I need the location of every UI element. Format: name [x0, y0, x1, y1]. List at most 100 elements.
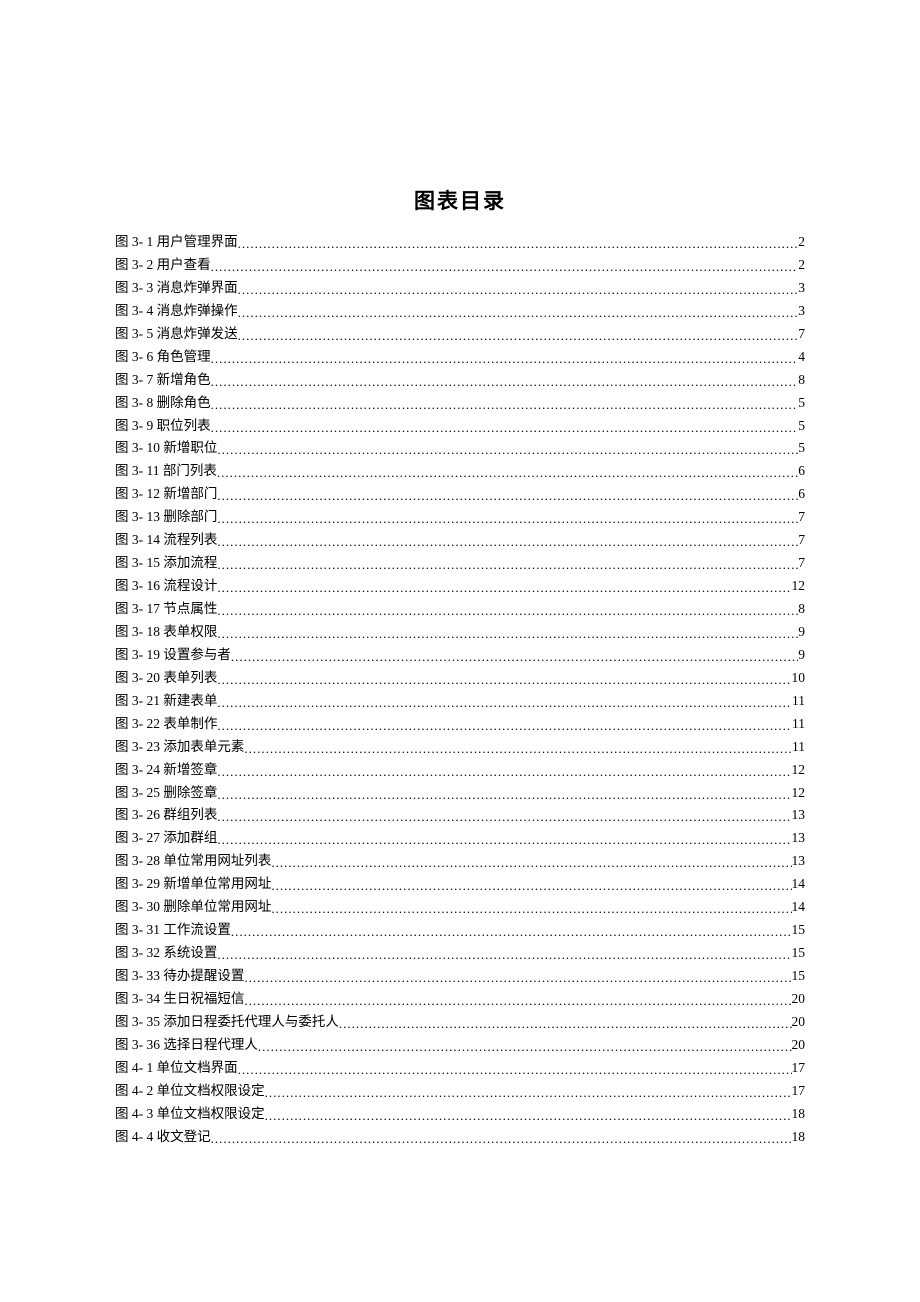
- toc-leader-dots: [271, 898, 791, 920]
- toc-entry-label: 图 3- 20 表单列表: [115, 667, 217, 690]
- toc-entry-label: 图 3- 34 生日祝福短信: [115, 988, 244, 1011]
- document-page: 图表目录 图 3- 1 用户管理界面2图 3- 2 用户查看2图 3- 3 消息…: [0, 0, 920, 1302]
- toc-entry[interactable]: 图 3- 22 表单制作11: [115, 713, 805, 736]
- toc-entry[interactable]: 图 3- 6 角色管理 4: [115, 346, 805, 369]
- toc-entry-page: 8: [798, 369, 805, 392]
- toc-entry-label: 图 3- 3 消息炸弹界面: [115, 277, 238, 300]
- toc-entry-label: 图 4- 4 收文登记: [115, 1126, 211, 1149]
- toc-entry[interactable]: 图 3- 35 添加日程委托代理人与委托人20: [115, 1011, 805, 1034]
- toc-entry[interactable]: 图 3- 5 消息炸弹发送 7: [115, 323, 805, 346]
- toc-entry-page: 13: [792, 850, 806, 873]
- toc-entry[interactable]: 图 3- 3 消息炸弹界面3: [115, 277, 805, 300]
- toc-entry[interactable]: 图 3- 8 删除角色5: [115, 392, 805, 415]
- toc-leader-dots: [271, 875, 791, 897]
- toc-entry[interactable]: 图 3- 32 系统设置15: [115, 942, 805, 965]
- toc-entry[interactable]: 图 3- 15 添加流程 7: [115, 552, 805, 575]
- toc-entry[interactable]: 图 4- 4 收文登记 18: [115, 1126, 805, 1149]
- toc-entry-label: 图 3- 6 角色管理: [115, 346, 211, 369]
- toc-entry[interactable]: 图 3- 10 新增职位5: [115, 437, 805, 460]
- toc-leader-dots: [258, 1036, 792, 1058]
- toc-entry-label: 图 4- 2 单位文档权限设定: [115, 1080, 265, 1103]
- toc-entry[interactable]: 图 3- 7 新增角色 8: [115, 369, 805, 392]
- toc-entry-page: 10: [792, 667, 806, 690]
- toc-entry-page: 14: [792, 896, 806, 919]
- toc-entry[interactable]: 图 3- 4 消息炸弹操作3: [115, 300, 805, 323]
- toc-leader-dots: [238, 1059, 792, 1081]
- toc-entry-page: 5: [798, 415, 805, 438]
- toc-entry-label: 图 3- 30 删除单位常用网址: [115, 896, 271, 919]
- toc-entry-page: 7: [798, 552, 805, 575]
- toc-entry[interactable]: 图 3- 18 表单权限9: [115, 621, 805, 644]
- toc-entry-page: 15: [792, 919, 806, 942]
- toc-leader-dots: [211, 394, 799, 416]
- toc-entry-page: 13: [792, 827, 806, 850]
- toc-entry[interactable]: 图 3- 24 新增签章 12: [115, 759, 805, 782]
- toc-entry[interactable]: 图 3- 25 删除签章 12: [115, 782, 805, 805]
- toc-leader-dots: [271, 852, 791, 874]
- toc-entry-page: 2: [798, 254, 805, 277]
- toc-entry[interactable]: 图 3- 11 部门列表6: [115, 460, 805, 483]
- toc-entry[interactable]: 图 4- 2 单位文档权限设定 17: [115, 1080, 805, 1103]
- toc-leader-dots: [238, 325, 799, 347]
- toc-entry[interactable]: 图 3- 1 用户管理界面2: [115, 231, 805, 254]
- toc-entry-page: 7: [798, 323, 805, 346]
- toc-leader-dots: [217, 806, 791, 828]
- toc-entry-label: 图 3- 5 消息炸弹发送: [115, 323, 238, 346]
- toc-entry-label: 图 3- 24 新增签章: [115, 759, 217, 782]
- toc-leader-dots: [238, 302, 799, 324]
- toc-leader-dots: [217, 577, 791, 599]
- toc-leader-dots: [244, 738, 792, 760]
- toc-entry[interactable]: 图 3- 36 选择日程代理人20: [115, 1034, 805, 1057]
- toc-entry-label: 图 3- 28 单位常用网址列表: [115, 850, 271, 873]
- toc-entry-label: 图 3- 1 用户管理界面: [115, 231, 238, 254]
- toc-entry-label: 图 3- 15 添加流程: [115, 552, 217, 575]
- toc-leader-dots: [211, 256, 799, 278]
- toc-entry[interactable]: 图 3- 16 流程设计12: [115, 575, 805, 598]
- toc-entry-label: 图 3- 19 设置参与者: [115, 644, 231, 667]
- toc-entry[interactable]: 图 3- 14 流程列表7: [115, 529, 805, 552]
- toc-leader-dots: [211, 371, 799, 393]
- toc-entry-page: 18: [792, 1103, 806, 1126]
- toc-entry-label: 图 3- 27 添加群组: [115, 827, 217, 850]
- toc-entry[interactable]: 图 3- 34 生日祝福短信20: [115, 988, 805, 1011]
- toc-entry-page: 4: [798, 346, 805, 369]
- toc-entry-page: 20: [792, 1034, 806, 1057]
- toc-leader-dots: [217, 623, 798, 645]
- toc-leader-dots: [217, 944, 791, 966]
- toc-entry-label: 图 3- 7 新增角色: [115, 369, 211, 392]
- toc-entry[interactable]: 图 3- 2 用户查看 2: [115, 254, 805, 277]
- toc-entry-label: 图 3- 11 部门列表: [115, 460, 217, 483]
- toc-entry[interactable]: 图 3- 30 删除单位常用网址 14: [115, 896, 805, 919]
- page-title: 图表目录: [115, 185, 805, 215]
- toc-entry[interactable]: 图 3- 23 添加表单元素11: [115, 736, 805, 759]
- toc-leader-dots: [217, 485, 798, 507]
- toc-entry-label: 图 3- 33 待办提醒设置: [115, 965, 244, 988]
- toc-entry[interactable]: 图 4- 1 单位文档界面17: [115, 1057, 805, 1080]
- toc-entry[interactable]: 图 3- 21 新建表单11: [115, 690, 805, 713]
- toc-entry[interactable]: 图 3- 31 工作流设置15: [115, 919, 805, 942]
- toc-entry[interactable]: 图 4- 3 单位文档权限设定 18: [115, 1103, 805, 1126]
- toc-entry[interactable]: 图 3- 17 节点属性8: [115, 598, 805, 621]
- toc-entry-label: 图 4- 3 单位文档权限设定: [115, 1103, 265, 1126]
- toc-entry[interactable]: 图 3- 28 单位常用网址列表 13: [115, 850, 805, 873]
- toc-entry-label: 图 3- 2 用户查看: [115, 254, 211, 277]
- toc-entry-page: 15: [792, 965, 806, 988]
- toc-entry[interactable]: 图 3- 33 待办提醒设置 15: [115, 965, 805, 988]
- toc-entry-label: 图 3- 8 删除角色: [115, 392, 211, 415]
- toc-entry[interactable]: 图 3- 12 新增部门6: [115, 483, 805, 506]
- toc-entry-page: 11: [792, 736, 805, 759]
- toc-entry-label: 图 3- 25 删除签章: [115, 782, 217, 805]
- toc-entry[interactable]: 图 3- 27 添加群组 13: [115, 827, 805, 850]
- toc-entry[interactable]: 图 3- 29 新增单位常用网址14: [115, 873, 805, 896]
- toc-entry-page: 12: [792, 759, 806, 782]
- toc-entry-page: 17: [792, 1080, 806, 1103]
- toc-entry-page: 18: [792, 1126, 806, 1149]
- toc-entry[interactable]: 图 3- 9 职位列表5: [115, 415, 805, 438]
- toc-entry-page: 12: [792, 782, 806, 805]
- toc-leader-dots: [217, 669, 791, 691]
- toc-entry[interactable]: 图 3- 13 删除部门7: [115, 506, 805, 529]
- toc-entry[interactable]: 图 3- 20 表单列表 10: [115, 667, 805, 690]
- toc-leader-dots: [211, 417, 799, 439]
- toc-entry[interactable]: 图 3- 19 设置参与者9: [115, 644, 805, 667]
- toc-entry[interactable]: 图 3- 26 群组列表13: [115, 804, 805, 827]
